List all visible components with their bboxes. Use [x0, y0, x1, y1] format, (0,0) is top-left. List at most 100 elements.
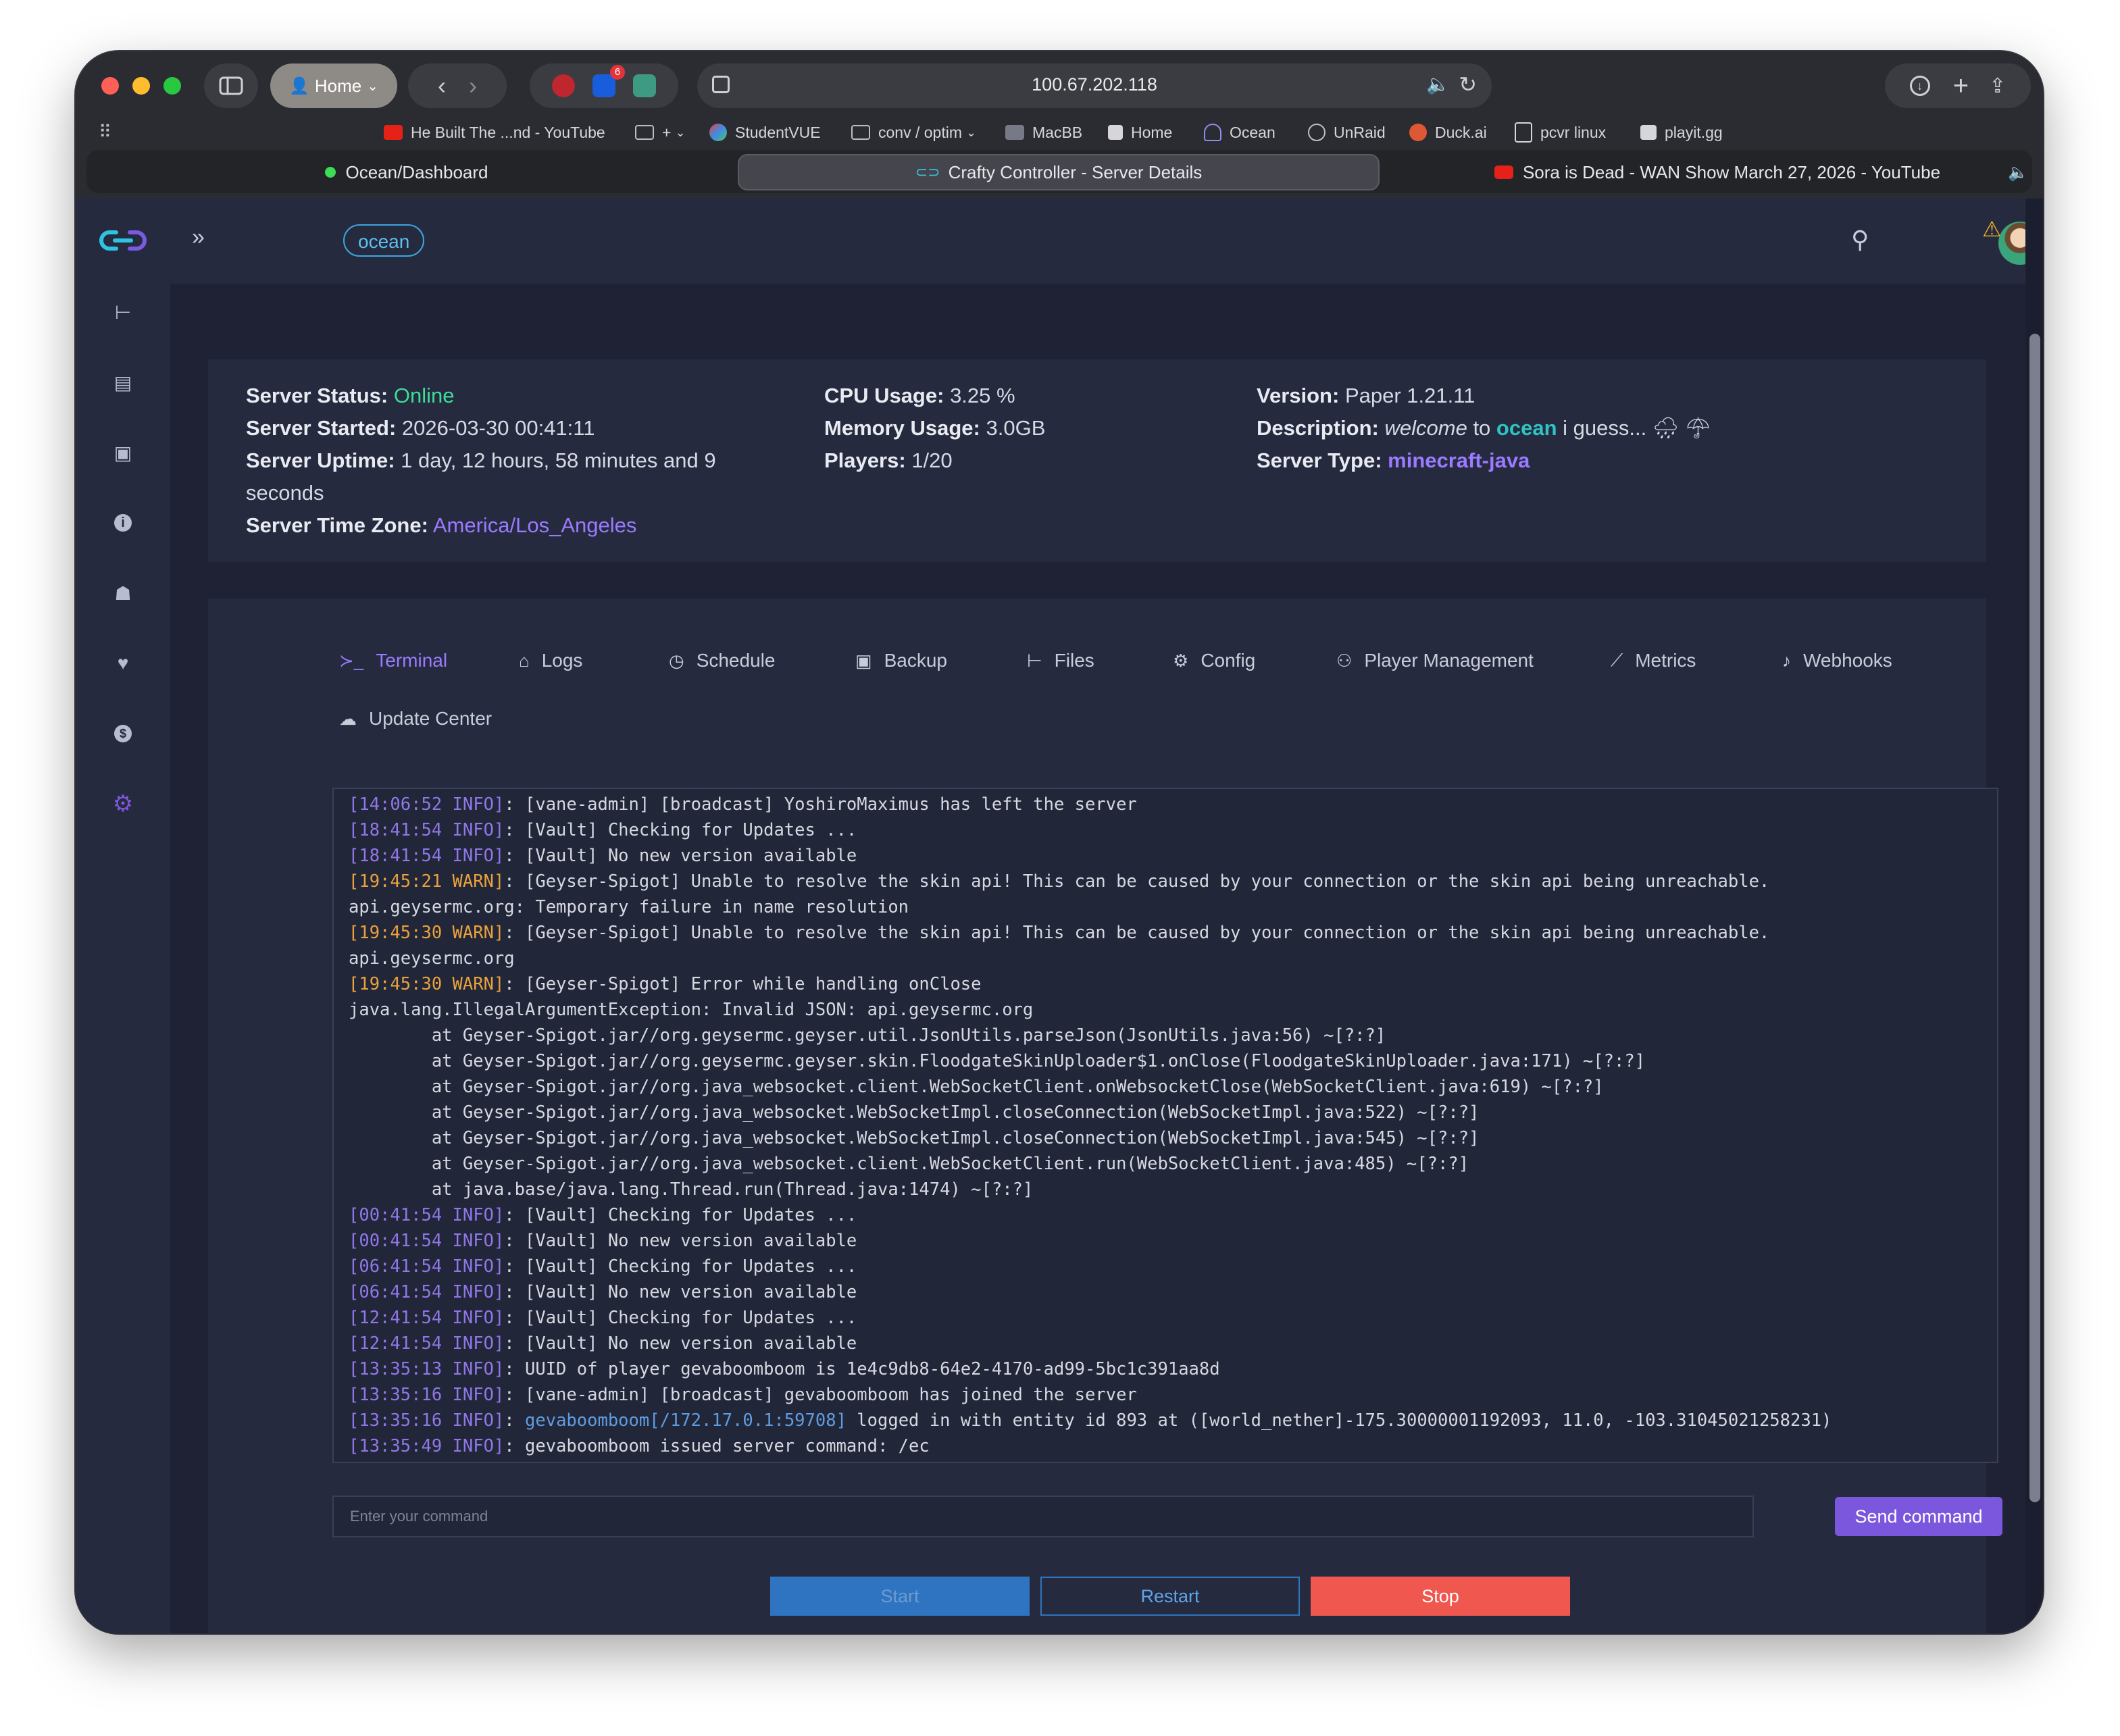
- chart-icon: ⟋: [1611, 650, 1623, 670]
- download-icon[interactable]: ↓: [1909, 76, 1930, 96]
- bookmark-item[interactable]: UnRaid: [1308, 119, 1386, 146]
- command-input[interactable]: Enter your command: [332, 1496, 1754, 1537]
- forward-button[interactable]: ›: [469, 72, 477, 100]
- log-message: : [Vault] Checking for Updates ...: [504, 1256, 857, 1277]
- tab-config[interactable]: ⚙ Config: [1173, 650, 1255, 671]
- profile-button[interactable]: 👤 Home ⌄: [270, 63, 397, 108]
- memory-usage-stat: Memory Usage: 3.0GB: [824, 416, 1046, 440]
- terminal-line: [13:35:49 INFO]: gevaboomboom issued ser…: [349, 1433, 1997, 1459]
- sidebar-item-support[interactable]: ♥: [111, 651, 135, 675]
- bell-icon: ♪: [1782, 650, 1791, 671]
- close-window-button[interactable]: [101, 77, 119, 95]
- crafty-logo-icon[interactable]: [99, 227, 147, 254]
- tab-schedule[interactable]: ◷ Schedule: [669, 650, 775, 671]
- announcements-icon[interactable]: ⚲: [1851, 226, 1869, 254]
- terminal-line: [18:41:54 INFO]: [Vault] Checking for Up…: [349, 817, 1997, 843]
- log-timestamp: [19:45:21 WARN]: [349, 871, 505, 892]
- bookmark-item[interactable]: pcvr linux: [1515, 119, 1606, 146]
- translate-extension-icon[interactable]: [633, 74, 656, 97]
- tab-youtube-wan-show[interactable]: Sora is Dead - WAN Show March 27, 2026 -…: [1400, 154, 2035, 190]
- server-started-stat: Server Started: 2026-03-30 00:41:11: [246, 416, 595, 440]
- tree-icon: ⊢: [114, 301, 132, 323]
- bitwarden-icon[interactable]: 6: [592, 65, 625, 97]
- apps-grid-icon[interactable]: ⠿: [99, 122, 111, 143]
- bookmark-label: Duck.ai: [1435, 123, 1487, 141]
- log-timestamp: [19:45:30 WARN]: [349, 974, 505, 994]
- tab-crafty-server-details[interactable]: ⊂⊃ Crafty Controller - Server Details: [738, 154, 1380, 190]
- sidebar-item-settings[interactable]: ⚙: [111, 791, 135, 817]
- terminal-line: at Geyser-Spigot.jar//org.geysermc.geyse…: [349, 1023, 1997, 1048]
- log-message: : [Vault] Checking for Updates ...: [504, 1308, 857, 1328]
- terminal-line: java.lang.IllegalArgumentException: Inva…: [349, 997, 1997, 1023]
- tab-terminal[interactable]: ≻_ Terminal: [339, 650, 447, 671]
- terminal-output[interactable]: [14:06:52 INFO]: [vane-admin] [broadcast…: [332, 788, 1998, 1463]
- globe-icon: [1308, 124, 1326, 141]
- bookmark-item[interactable]: MacBB: [1005, 119, 1082, 146]
- terminal-line: [06:41:54 INFO]: [Vault] No new version …: [349, 1279, 1997, 1305]
- speaker-icon[interactable]: 🔈: [1426, 73, 1450, 95]
- zoom-window-button[interactable]: [163, 77, 181, 95]
- reload-icon[interactable]: ↻: [1459, 72, 1477, 97]
- bookmark-item[interactable]: Home: [1108, 119, 1172, 146]
- terminal-line: [13:35:16 INFO]: gevaboomboom[/172.17.0.…: [349, 1408, 1997, 1433]
- address-bar[interactable]: 100.67.202.118 🔈 ↻: [697, 63, 1492, 108]
- tab-update-center[interactable]: ☁ Update Center: [339, 708, 492, 730]
- log-timestamp: [00:41:54 INFO]: [349, 1231, 505, 1251]
- bookmark-item[interactable]: Ocean: [1204, 119, 1276, 146]
- page-scrollbar[interactable]: [2025, 199, 2043, 1633]
- restart-button[interactable]: Restart: [1040, 1577, 1300, 1616]
- ocean-icon: [1204, 124, 1221, 141]
- bookmark-folder[interactable]: + ⌄: [635, 119, 686, 146]
- bookmark-label: +: [662, 123, 672, 141]
- log-message: at Geyser-Spigot.jar//org.java_websocket…: [349, 1154, 1469, 1174]
- sidebar-item-server-list[interactable]: ▤: [111, 370, 135, 394]
- tab-webhooks[interactable]: ♪ Webhooks: [1782, 650, 1892, 671]
- sidebar-item-info[interactable]: i: [111, 511, 135, 535]
- sidebar-item-donate[interactable]: $: [111, 721, 135, 746]
- bookmark-folder[interactable]: conv / optim ⌄: [851, 119, 976, 146]
- person-icon: 👤: [288, 76, 309, 95]
- tab-player-management[interactable]: ⚇ Player Management: [1336, 650, 1534, 671]
- weather-emoji-icon: 🌧 ☂: [1652, 416, 1712, 440]
- start-button[interactable]: Start: [770, 1577, 1030, 1616]
- log-timestamp: [18:41:54 INFO]: [349, 820, 505, 840]
- profile-label: Home: [314, 75, 362, 96]
- send-command-button[interactable]: Send command: [1835, 1497, 2002, 1536]
- terminal-line: at Geyser-Spigot.jar//org.java_websocket…: [349, 1125, 1997, 1151]
- version-stat: Version: Paper 1.21.11: [1257, 384, 1475, 407]
- tab-ocean-dashboard[interactable]: Ocean/Dashboard: [96, 154, 717, 190]
- sidebar-item-documentation[interactable]: ▣: [111, 440, 135, 465]
- tab-label: Ocean/Dashboard: [345, 161, 488, 182]
- top-navbar: » ocean ⚲ ⚠ ⌄: [170, 199, 2042, 284]
- chevron-down-icon: ⌄: [675, 125, 686, 139]
- ublock-icon[interactable]: [552, 74, 575, 97]
- speaker-icon[interactable]: 🔈: [2008, 163, 2028, 182]
- bookmark-item[interactable]: Duck.ai: [1409, 119, 1487, 146]
- sidebar-toggle-button[interactable]: [204, 63, 258, 108]
- log-message: : [Vault] No new version available: [504, 1282, 857, 1302]
- back-button[interactable]: ‹: [438, 72, 446, 100]
- bookmark-item[interactable]: StudentVUE: [709, 119, 821, 146]
- bookmark-item[interactable]: playit.gg: [1640, 119, 1723, 146]
- url-text: 100.67.202.118: [1032, 74, 1157, 95]
- share-icon[interactable]: ⇪: [1989, 74, 2006, 98]
- log-message: : UUID of player gevaboomboom is 1e4c9db…: [504, 1359, 1220, 1379]
- log-message: api.geysermc.org: [349, 948, 515, 969]
- stop-button[interactable]: Stop: [1311, 1577, 1570, 1616]
- expand-sidebar-icon[interactable]: »: [192, 224, 205, 251]
- terminal-line: [00:41:54 INFO]: [Vault] No new version …: [349, 1228, 1997, 1254]
- player-address-link[interactable]: gevaboomboom[/172.17.0.1:59708]: [525, 1410, 847, 1431]
- minimize-window-button[interactable]: [132, 77, 150, 95]
- sidebar-item-discord[interactable]: ☗: [111, 581, 135, 605]
- tab-logs[interactable]: ⌂ Logs: [519, 650, 582, 671]
- server-name-badge[interactable]: ocean: [343, 224, 425, 257]
- tab-metrics[interactable]: ⟋ Metrics: [1611, 650, 1696, 671]
- bookmark-item[interactable]: He Built The ...nd - YouTube: [384, 119, 605, 146]
- scrollbar-thumb[interactable]: [2029, 334, 2040, 1502]
- new-tab-icon[interactable]: +: [1953, 71, 1969, 101]
- log-message: : [Vault] No new version available: [504, 846, 857, 866]
- tab-files[interactable]: ⊢ Files: [1027, 650, 1094, 671]
- sidebar-item-servers-tree[interactable]: ⊢: [111, 300, 135, 324]
- tab-backup[interactable]: ▣ Backup: [855, 650, 947, 671]
- extension-badge: 6: [610, 65, 625, 80]
